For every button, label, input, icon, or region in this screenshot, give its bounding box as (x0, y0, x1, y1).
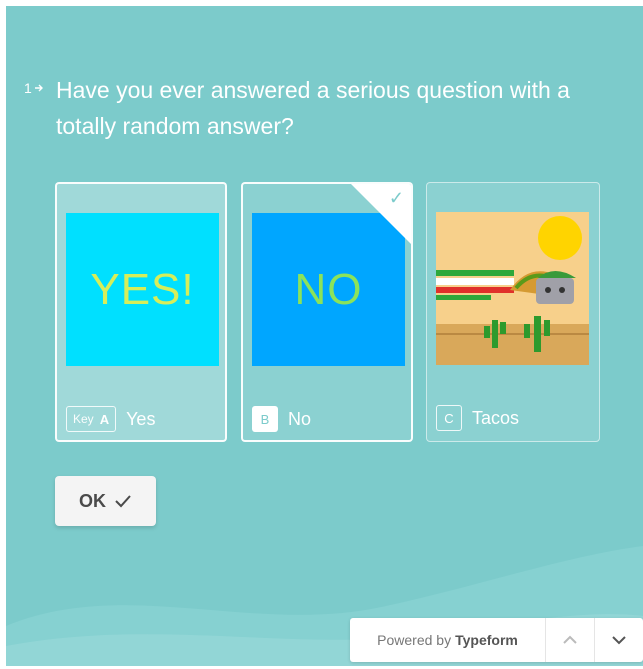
check-icon: ✓ (388, 188, 404, 208)
previous-question-button[interactable] (546, 618, 595, 662)
check-icon (115, 495, 131, 508)
footer-bar: Powered by Typeform (350, 618, 643, 662)
key-hint: Key (73, 412, 94, 426)
choice-footer-tacos: C Tacos (436, 405, 519, 431)
question-number: 1 (24, 80, 44, 96)
powered-by-prefix: Powered by (377, 632, 452, 648)
ok-button[interactable]: OK (55, 476, 156, 526)
key-letter-c: C (444, 410, 454, 426)
choice-label-no: No (288, 408, 312, 429)
taco-cat-image (436, 212, 589, 365)
next-question-button[interactable] (595, 618, 643, 662)
choice-image-text-no: NO (294, 264, 363, 314)
brand-name: Typeform (455, 632, 518, 648)
key-badge-a: Key A (66, 406, 117, 432)
chevron-up-icon (563, 635, 577, 644)
typeform-stage: 1 Have you ever answered a serious quest… (6, 6, 643, 666)
question-text: Have you ever answered a serious questio… (56, 77, 570, 139)
choice-card-no[interactable]: NO ✓ B No (241, 182, 413, 442)
ok-button-label: OK (79, 490, 106, 511)
key-letter-a: A (99, 411, 110, 427)
chevron-down-icon (612, 636, 626, 645)
choice-image-text-yes: YES! (90, 264, 195, 314)
powered-by-link[interactable]: Powered by Typeform (350, 618, 546, 662)
choice-image-yes: YES! (66, 213, 219, 366)
choice-card-tacos[interactable]: C Tacos (426, 182, 600, 442)
choice-label-yes: Yes (126, 408, 156, 429)
arrow-right-icon (34, 84, 43, 92)
key-letter-b: B (260, 411, 270, 427)
key-badge-c: C (436, 405, 462, 431)
choice-footer-yes: Key A Yes (66, 406, 155, 432)
key-badge-b: B (252, 406, 278, 432)
choice-card-yes[interactable]: YES! Key A Yes (55, 182, 227, 442)
choice-image-tacos (436, 212, 589, 365)
choice-footer-no: B No (252, 406, 311, 432)
choice-label-tacos: Tacos (472, 407, 520, 428)
